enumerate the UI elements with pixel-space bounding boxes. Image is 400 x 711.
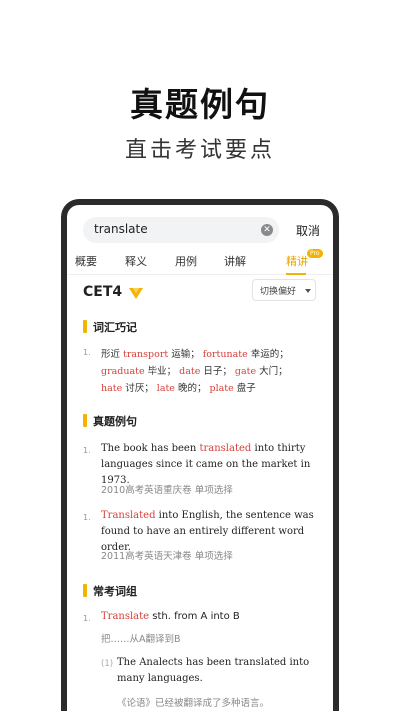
word-meaning: 幸运的； bbox=[247, 349, 289, 360]
phrase-example-translation: 《论语》已经被翻译成了多种语言。 bbox=[117, 698, 270, 709]
vocab-item-number: 1. bbox=[83, 348, 91, 357]
highlighted-word: graduate bbox=[101, 366, 145, 377]
section-marker bbox=[83, 320, 87, 333]
hero-title: 真题例句 bbox=[130, 85, 270, 124]
highlighted-word: gate bbox=[234, 366, 257, 377]
tab-summary[interactable]: 概要 bbox=[75, 253, 97, 269]
word-meaning: 日子； bbox=[200, 366, 235, 377]
level-badge-icon bbox=[129, 288, 143, 299]
word-meaning: 大门； bbox=[256, 366, 288, 377]
section-marker bbox=[83, 414, 87, 427]
phrase-example-sentence: The Analects has been translated into ma… bbox=[117, 657, 310, 684]
phrases-section-title: 常考词组 bbox=[93, 585, 137, 598]
highlighted-word: Translate bbox=[101, 611, 150, 622]
highlighted-word: plate bbox=[209, 383, 234, 394]
vocab-line: graduate 毕业； date 日子； gate 大门； bbox=[101, 363, 321, 377]
highlighted-word: hate bbox=[101, 383, 123, 394]
app-screen: translate ✕ 取消 概要 释义 用例 讲解 精讲 Pro CET4 切… bbox=[67, 205, 333, 711]
word-meaning: 形近 bbox=[101, 349, 124, 360]
exam-level-tag: CET4 bbox=[83, 284, 123, 300]
preference-label: 切换偏好 bbox=[260, 287, 297, 297]
word-meaning: 晚的； bbox=[174, 383, 210, 394]
word-meaning: 毕业； bbox=[144, 366, 180, 377]
phrase: Translate sth. from A into B bbox=[101, 611, 240, 622]
sub-example-number: (1) bbox=[101, 659, 114, 669]
switch-preference-button[interactable]: 切换偏好 bbox=[252, 279, 316, 301]
vocab-line: hate 讨厌； late 晚的； plate 盘子 bbox=[101, 380, 321, 394]
sentence-source: 2010高考英语重庆卷 单项选择 bbox=[101, 485, 233, 496]
highlighted-word: fortunate bbox=[202, 349, 248, 360]
sentence-source: 2011高考英语天津卷 单项选择 bbox=[101, 551, 233, 562]
section-marker bbox=[83, 584, 87, 597]
search-bar: translate ✕ 取消 bbox=[83, 217, 321, 243]
word-meaning: 讨厌； bbox=[122, 383, 157, 394]
pro-badge: Pro bbox=[307, 249, 323, 258]
sentence-number: 1. bbox=[83, 513, 91, 522]
cancel-button[interactable]: 取消 bbox=[296, 222, 320, 239]
sentence-number: 1. bbox=[83, 446, 91, 455]
tab-explanation[interactable]: 讲解 bbox=[224, 253, 246, 269]
highlighted-word: late bbox=[156, 383, 175, 394]
phrase-number: 1. bbox=[83, 614, 91, 623]
highlighted-word: transport bbox=[123, 349, 169, 360]
tab-usage[interactable]: 用例 bbox=[175, 253, 197, 269]
highlighted-word: translated bbox=[199, 443, 252, 454]
tab-bar: 概要 释义 用例 讲解 精讲 Pro bbox=[67, 249, 333, 275]
search-input[interactable]: translate ✕ bbox=[83, 217, 279, 243]
clear-icon[interactable]: ✕ bbox=[261, 224, 273, 236]
vocab-section-title: 词汇巧记 bbox=[93, 321, 137, 334]
highlighted-word: date bbox=[179, 366, 201, 377]
phrase-meaning: 把……从A翻译到B bbox=[101, 634, 181, 645]
highlighted-word: Translated bbox=[101, 510, 156, 521]
tab-definition[interactable]: 释义 bbox=[125, 253, 147, 269]
word-meaning: 运输； bbox=[168, 349, 203, 360]
word-meaning: 盘子 bbox=[233, 383, 256, 394]
exam-sentences-title: 真题例句 bbox=[93, 415, 137, 428]
tab-detailed[interactable]: 精讲 bbox=[286, 253, 308, 269]
caret-down-icon bbox=[305, 289, 311, 293]
active-tab-indicator bbox=[286, 273, 306, 275]
search-query: translate bbox=[94, 222, 148, 236]
hero-subtitle: 直击考试要点 bbox=[124, 138, 275, 163]
vocab-line: 形近 transport 运输； fortunate 幸运的； bbox=[101, 346, 321, 360]
